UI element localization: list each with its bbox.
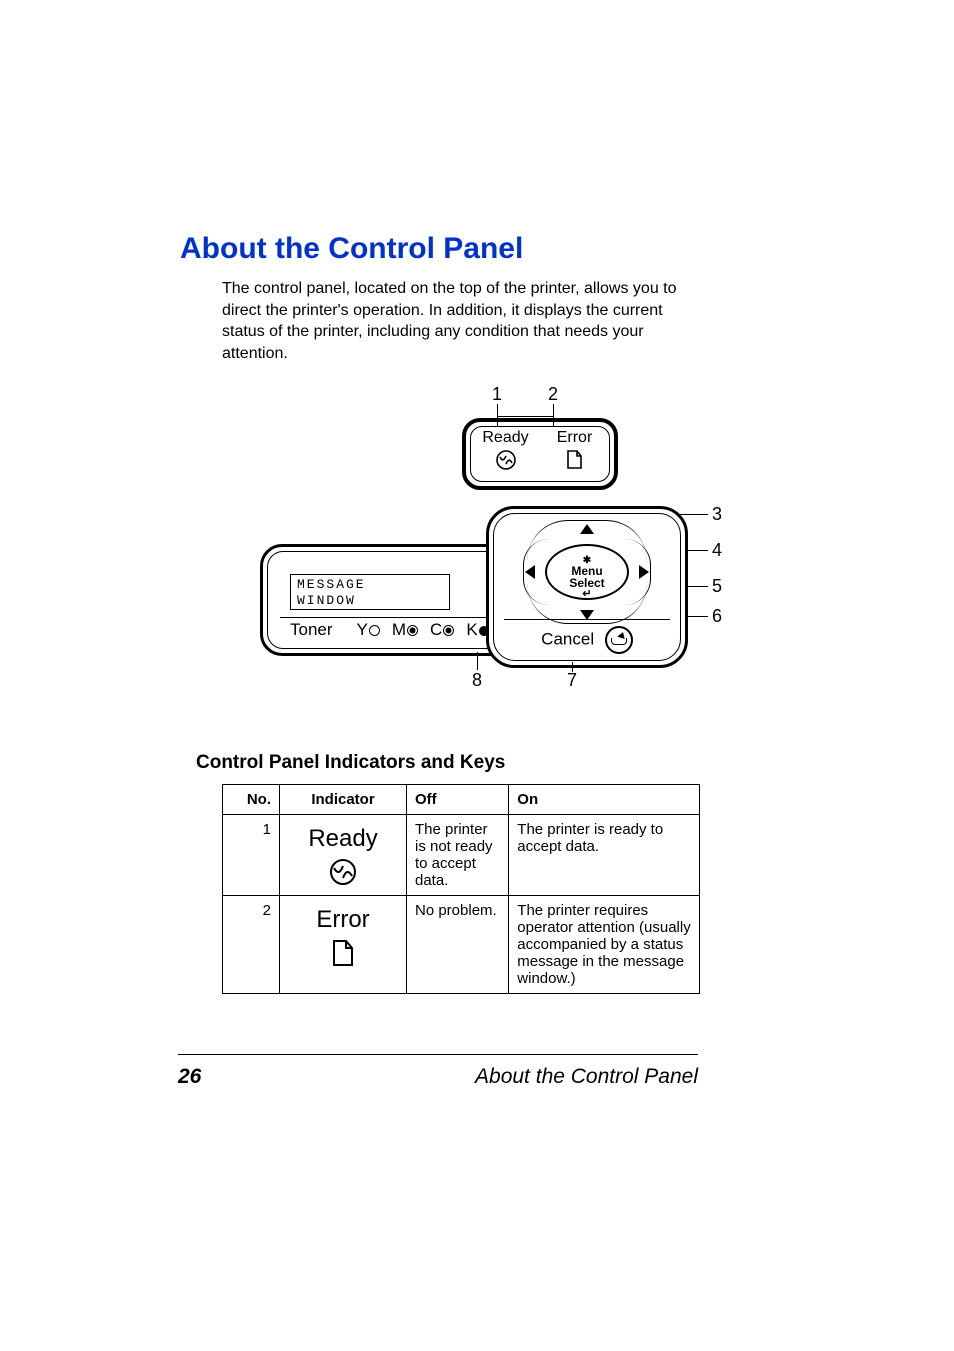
cell-off: No problem. bbox=[407, 896, 509, 994]
control-panel-diagram: 1 2 Ready Error bbox=[260, 384, 734, 694]
table-row: 1 Ready The printer is not ready to acce… bbox=[223, 815, 700, 896]
dpad: ✱ Menu Select ↵ bbox=[527, 526, 647, 618]
callout-7: 7 bbox=[567, 670, 577, 691]
error-text: Error bbox=[316, 906, 369, 933]
toner-dot-half-icon bbox=[407, 625, 418, 636]
callout-3: 3 bbox=[712, 504, 722, 525]
error-label: Error bbox=[540, 429, 609, 447]
toner-y-label: Y bbox=[357, 620, 368, 639]
col-on: On bbox=[509, 785, 700, 815]
callout-1: 1 bbox=[492, 384, 502, 405]
arrow-up-icon[interactable] bbox=[580, 524, 594, 534]
ready-icon bbox=[471, 449, 540, 471]
keypad-panel: ✱ Menu Select ↵ Cancel bbox=[486, 506, 688, 668]
toner-dot-open-icon bbox=[369, 625, 380, 636]
toner-c: C bbox=[430, 620, 454, 640]
table-header-row: No. Indicator Off On bbox=[223, 785, 700, 815]
cell-on: The printer requires operator attention … bbox=[509, 896, 700, 994]
cancel-button[interactable] bbox=[605, 626, 633, 654]
ready-text: Ready bbox=[308, 825, 377, 852]
cancel-row: Cancel bbox=[494, 626, 680, 654]
toner-m-label: M bbox=[392, 620, 406, 639]
callout-2: 2 bbox=[548, 384, 558, 405]
callout-line bbox=[497, 416, 554, 417]
toner-c-label: C bbox=[430, 620, 442, 639]
enter-icon: ↵ bbox=[547, 589, 627, 600]
arrow-right-icon[interactable] bbox=[639, 565, 649, 579]
table-row: 2 Error No problem. The printer requires… bbox=[223, 896, 700, 994]
indicator-panel: Ready Error bbox=[462, 418, 618, 490]
error-indicator-graphic: Error bbox=[288, 902, 398, 968]
keypad-panel-inner: ✱ Menu Select ↵ Cancel bbox=[493, 513, 681, 661]
page-number: 26 bbox=[178, 1065, 201, 1089]
toner-row: Toner Y M C K bbox=[290, 620, 489, 640]
intro-paragraph: The control panel, located on the top of… bbox=[222, 278, 702, 364]
callout-8: 8 bbox=[472, 670, 482, 691]
error-indicator: Error bbox=[540, 429, 609, 471]
cancel-label: Cancel bbox=[541, 630, 594, 649]
error-icon bbox=[330, 938, 356, 968]
toner-k-label: K bbox=[466, 620, 477, 639]
ready-indicator-graphic: Ready bbox=[288, 821, 398, 887]
indicators-table: No. Indicator Off On 1 Ready The printer… bbox=[222, 784, 700, 994]
indicator-panel-inner: Ready Error bbox=[470, 426, 610, 482]
toner-label: Toner bbox=[290, 620, 333, 640]
arrow-left-icon[interactable] bbox=[525, 565, 535, 579]
callout-line bbox=[477, 652, 478, 670]
cell-no: 2 bbox=[223, 896, 280, 994]
footer-title: About the Control Panel bbox=[475, 1065, 698, 1089]
callout-5: 5 bbox=[712, 576, 722, 597]
cell-indicator: Ready bbox=[280, 815, 407, 896]
page-heading: About the Control Panel bbox=[180, 232, 774, 266]
cell-off: The printer is not ready to accept data. bbox=[407, 815, 509, 896]
ready-indicator: Ready bbox=[471, 429, 540, 471]
error-icon bbox=[540, 449, 609, 471]
toner-y: Y bbox=[357, 620, 380, 640]
col-off: Off bbox=[407, 785, 509, 815]
callout-4: 4 bbox=[712, 540, 722, 561]
col-no: No. bbox=[223, 785, 280, 815]
cell-indicator: Error bbox=[280, 896, 407, 994]
ready-icon bbox=[328, 857, 358, 887]
footer-rule bbox=[178, 1054, 698, 1055]
col-indicator: Indicator bbox=[280, 785, 407, 815]
callout-6: 6 bbox=[712, 606, 722, 627]
toner-dot-half-icon bbox=[443, 625, 454, 636]
page: About the Control Panel The control pane… bbox=[0, 0, 954, 1351]
callout-line bbox=[572, 662, 573, 672]
divider bbox=[504, 619, 670, 620]
message-window: MESSAGE WINDOW bbox=[290, 574, 450, 610]
toner-m: M bbox=[392, 620, 418, 640]
cell-on: The printer is ready to accept data. bbox=[509, 815, 700, 896]
cell-no: 1 bbox=[223, 815, 280, 896]
ready-label: Ready bbox=[471, 429, 540, 447]
section-heading: Control Panel Indicators and Keys bbox=[196, 752, 774, 774]
menu-select-button[interactable]: ✱ Menu Select ↵ bbox=[545, 544, 629, 600]
